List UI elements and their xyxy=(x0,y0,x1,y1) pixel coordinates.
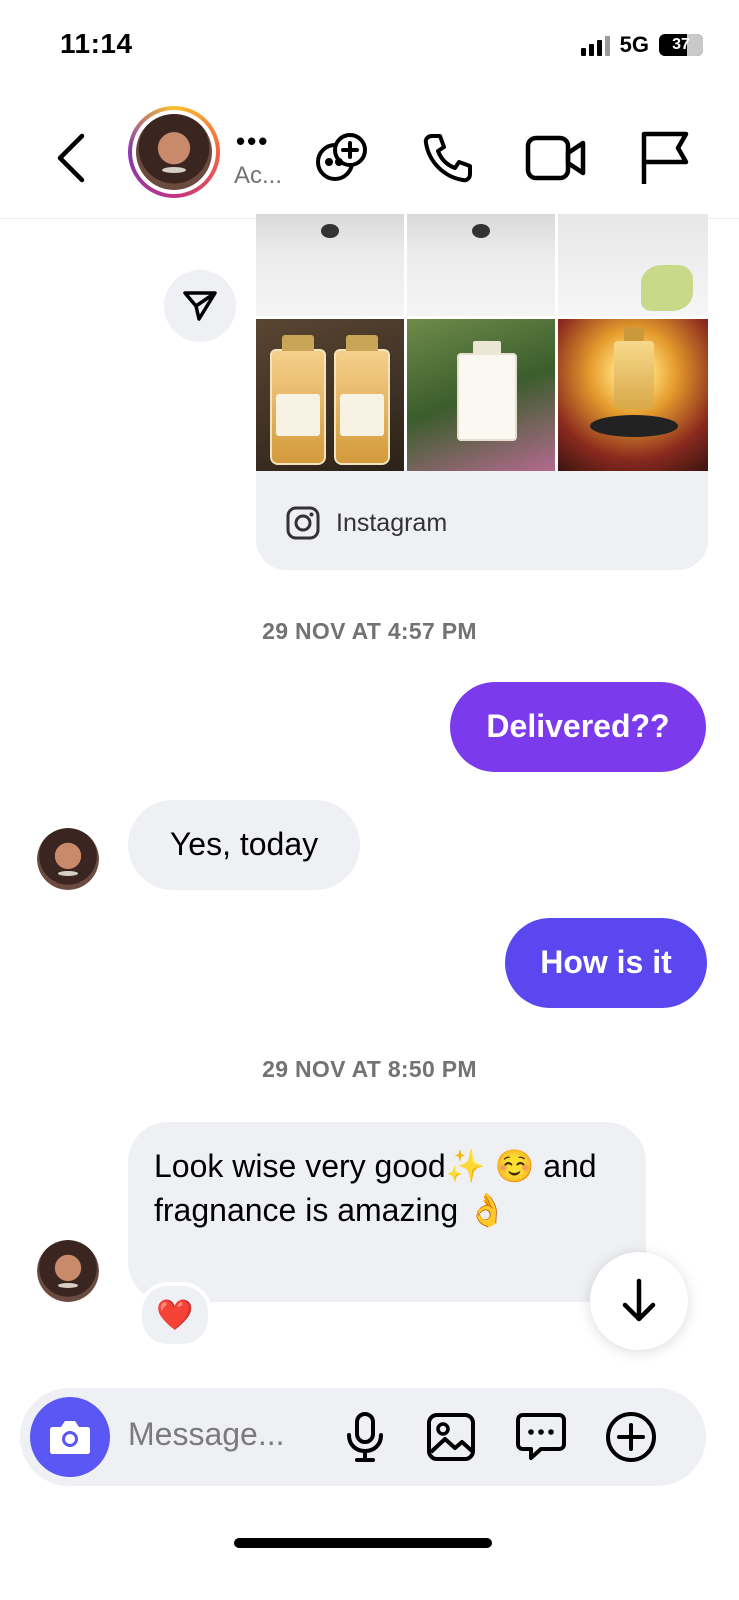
flag-icon xyxy=(641,131,689,184)
battery-icon: 37 xyxy=(659,34,703,56)
timestamp: 29 NOV AT 8:50 PM xyxy=(262,1056,477,1082)
avatar[interactable] xyxy=(37,828,99,890)
camera-button[interactable] xyxy=(30,1397,110,1477)
post-image xyxy=(256,319,404,471)
more-options-button[interactable] xyxy=(604,1410,658,1464)
microphone-icon xyxy=(347,1412,383,1462)
video-camera-icon xyxy=(525,135,586,181)
message-composer: Message... xyxy=(20,1388,706,1486)
chat-bubble-icon xyxy=(516,1413,566,1460)
plus-circle-icon xyxy=(606,1412,656,1462)
timestamp: 29 NOV AT 4:57 PM xyxy=(262,618,477,644)
message-bubble-outgoing[interactable]: How is it xyxy=(505,918,707,1008)
audio-call-button[interactable] xyxy=(416,126,480,190)
chevron-left-icon xyxy=(57,133,85,183)
gallery-button[interactable] xyxy=(424,1410,478,1464)
report-button[interactable] xyxy=(632,126,696,190)
home-indicator xyxy=(234,1538,492,1548)
add-participant-button[interactable] xyxy=(310,126,374,190)
avatar[interactable] xyxy=(37,1240,99,1302)
camera-icon xyxy=(50,1421,90,1454)
message-bubble-incoming[interactable]: Yes, today xyxy=(128,800,360,890)
arrow-down-icon xyxy=(622,1278,656,1322)
post-image xyxy=(256,214,404,316)
status-indicators: 5G 37 xyxy=(580,32,703,58)
post-image-grid xyxy=(256,214,708,471)
contact-name[interactable]: ••• xyxy=(236,128,269,154)
avatar[interactable] xyxy=(128,106,220,198)
post-source: Instagram xyxy=(286,506,447,540)
instagram-icon xyxy=(286,506,320,540)
network-label: 5G xyxy=(619,32,649,57)
group-add-icon xyxy=(316,133,367,181)
message-bubble-outgoing[interactable]: Delivered?? xyxy=(450,682,706,772)
phone-icon xyxy=(423,134,472,183)
chat-header xyxy=(0,100,739,219)
post-source-label: Instagram xyxy=(336,508,448,537)
scroll-to-bottom-button[interactable] xyxy=(590,1252,688,1350)
signal-icon xyxy=(580,34,610,56)
paper-plane-icon xyxy=(183,291,217,321)
battery-level: 37 xyxy=(672,36,690,53)
post-image xyxy=(407,319,555,471)
image-icon xyxy=(427,1413,475,1461)
reaction-badge[interactable]: ❤️ xyxy=(138,1282,212,1348)
shared-post-card[interactable]: Instagram xyxy=(256,214,708,570)
back-button[interactable] xyxy=(40,126,104,190)
contact-status: Ac... xyxy=(234,162,283,189)
message-bubble-incoming[interactable]: Look wise very good✨ ☺️ and fragnance is… xyxy=(128,1122,646,1302)
post-image xyxy=(407,214,555,316)
video-call-button[interactable] xyxy=(524,126,588,190)
status-time: 11:14 xyxy=(60,28,133,59)
share-button[interactable] xyxy=(164,270,236,342)
voice-message-button[interactable] xyxy=(338,1410,392,1464)
message-input[interactable]: Message... xyxy=(128,1416,285,1453)
post-image xyxy=(558,319,708,471)
sticker-chat-button[interactable] xyxy=(514,1410,568,1464)
post-image xyxy=(558,214,708,316)
